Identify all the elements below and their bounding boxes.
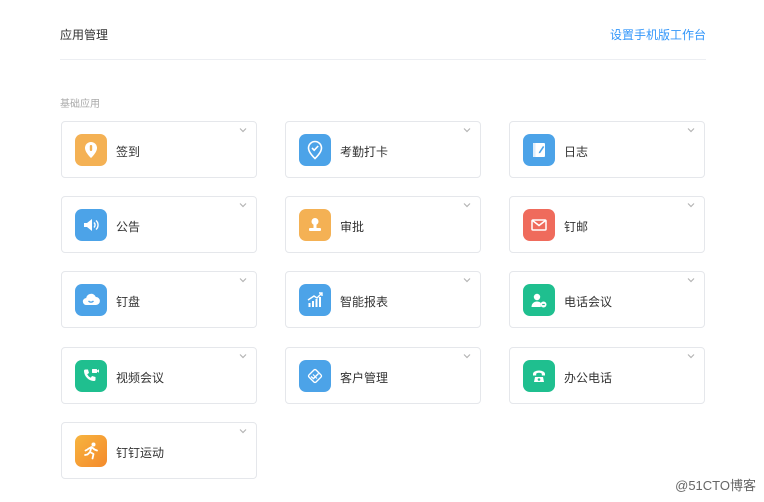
- app-card-sport[interactable]: 钉钉运动: [61, 422, 257, 479]
- app-card-mail[interactable]: 钉邮: [509, 196, 705, 253]
- chevron-down-icon[interactable]: [238, 351, 248, 361]
- handshake-icon: [299, 360, 331, 392]
- check-pin-icon: [299, 134, 331, 166]
- watermark: @51CTO博客: [675, 478, 756, 493]
- chevron-down-icon[interactable]: [238, 275, 248, 285]
- phone-icon: [523, 360, 555, 392]
- stamp-icon: [299, 209, 331, 241]
- runner-icon: [75, 435, 107, 467]
- chevron-down-icon[interactable]: [238, 125, 248, 135]
- app-label: 钉盘: [116, 295, 141, 309]
- chevron-down-icon[interactable]: [686, 125, 696, 135]
- app-label: 客户管理: [340, 371, 389, 385]
- app-label: 考勤打卡: [340, 145, 389, 159]
- app-card-attendance[interactable]: 考勤打卡: [285, 121, 481, 178]
- chevron-down-icon[interactable]: [462, 200, 472, 210]
- mobile-workbench-link[interactable]: 设置手机版工作台: [610, 26, 706, 43]
- chevron-down-icon[interactable]: [686, 351, 696, 361]
- app-label: 审批: [340, 220, 365, 234]
- header-divider: [60, 59, 706, 60]
- app-card-announcement[interactable]: 公告: [61, 196, 257, 253]
- app-card-customer-management[interactable]: 客户管理: [285, 347, 481, 404]
- app-card-log[interactable]: 日志: [509, 121, 705, 178]
- chevron-down-icon[interactable]: [686, 200, 696, 210]
- app-label: 钉邮: [564, 220, 589, 234]
- app-card-smart-report[interactable]: 智能报表: [285, 271, 481, 328]
- app-card-checkin[interactable]: 签到: [61, 121, 257, 178]
- app-card-video-conference[interactable]: 视频会议: [61, 347, 257, 404]
- app-label: 公告: [116, 220, 141, 234]
- app-label: 办公电话: [564, 371, 613, 385]
- cloud-icon: [75, 284, 107, 316]
- chevron-down-icon[interactable]: [462, 351, 472, 361]
- conference-call-icon: [523, 284, 555, 316]
- app-card-conference-call[interactable]: 电话会议: [509, 271, 705, 328]
- app-label: 视频会议: [116, 371, 165, 385]
- app-label: 智能报表: [340, 295, 389, 309]
- chevron-down-icon[interactable]: [686, 275, 696, 285]
- app-label: 日志: [564, 145, 589, 159]
- section-label: 基础应用: [60, 99, 100, 110]
- chevron-down-icon[interactable]: [462, 275, 472, 285]
- app-label: 钉钉运动: [116, 446, 165, 460]
- chevron-down-icon[interactable]: [238, 200, 248, 210]
- mail-icon: [523, 209, 555, 241]
- chevron-down-icon[interactable]: [238, 426, 248, 436]
- app-label: 签到: [116, 145, 141, 159]
- chevron-down-icon[interactable]: [462, 125, 472, 135]
- video-call-icon: [75, 360, 107, 392]
- page-title: 应用管理: [60, 28, 109, 42]
- notebook-icon: [523, 134, 555, 166]
- app-label: 电话会议: [564, 295, 613, 309]
- speaker-icon: [75, 209, 107, 241]
- app-card-office-phone[interactable]: 办公电话: [509, 347, 705, 404]
- location-pin-icon: [75, 134, 107, 166]
- app-card-disk[interactable]: 钉盘: [61, 271, 257, 328]
- chart-icon: [299, 284, 331, 316]
- app-card-approval[interactable]: 审批: [285, 196, 481, 253]
